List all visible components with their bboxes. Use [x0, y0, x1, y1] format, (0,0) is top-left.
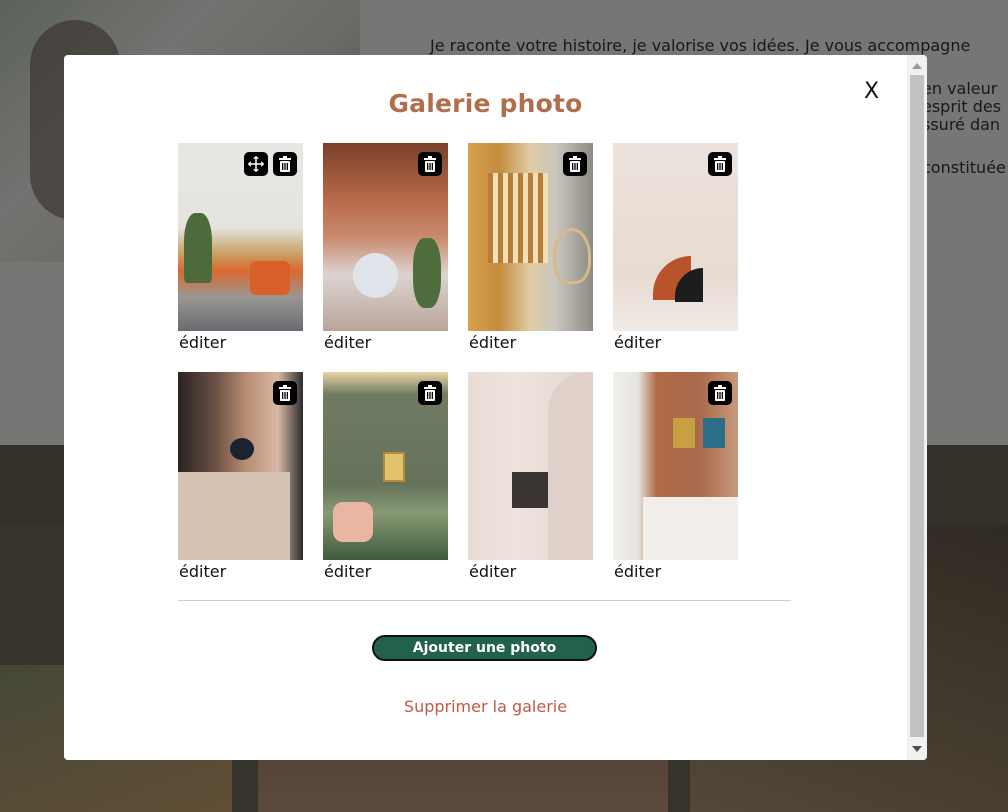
edit-photo-link[interactable]: éditer [178, 333, 303, 352]
scrollbar-thumb[interactable] [910, 75, 924, 737]
move-icon[interactable] [244, 152, 268, 176]
scroll-up-icon[interactable] [912, 63, 922, 69]
delete-gallery-link[interactable]: Supprimer la galerie [64, 697, 907, 716]
photo-tile: éditer [468, 372, 593, 581]
trash-icon[interactable] [273, 381, 297, 405]
photo-thumbnail[interactable] [178, 372, 303, 560]
photo-tile: éditer [178, 372, 303, 581]
photo-tile: éditer [323, 143, 448, 352]
photo-thumbnail[interactable] [323, 372, 448, 560]
modal-scrollbar[interactable] [907, 55, 927, 760]
edit-photo-link[interactable]: éditer [468, 562, 593, 581]
edit-photo-link[interactable]: éditer [323, 333, 448, 352]
trash-icon[interactable] [273, 152, 297, 176]
scroll-down-icon[interactable] [912, 746, 922, 752]
trash-icon[interactable] [708, 381, 732, 405]
photo-thumbnail[interactable] [178, 143, 303, 331]
trash-icon[interactable] [418, 381, 442, 405]
edit-photo-link[interactable]: éditer [178, 562, 303, 581]
photo-thumbnail[interactable] [323, 143, 448, 331]
trash-icon[interactable] [708, 152, 732, 176]
photo-tile: éditer [613, 372, 738, 581]
add-photo-button[interactable]: Ajouter une photo [372, 635, 597, 661]
edit-photo-link[interactable]: éditer [468, 333, 593, 352]
photo-thumbnail[interactable] [468, 143, 593, 331]
photo-thumbnail[interactable] [468, 372, 593, 560]
close-button[interactable]: X [864, 79, 879, 104]
trash-icon[interactable] [563, 152, 587, 176]
trash-icon[interactable] [563, 381, 587, 405]
photo-tile: éditer [178, 143, 303, 352]
gallery-modal: Galerie photo éditer éditer éditer édite… [64, 55, 927, 760]
photo-thumbnail[interactable] [613, 143, 738, 331]
photo-tile: éditer [468, 143, 593, 352]
photo-tile: éditer [323, 372, 448, 581]
edit-photo-link[interactable]: éditer [613, 333, 738, 352]
trash-icon[interactable] [418, 152, 442, 176]
edit-photo-link[interactable]: éditer [323, 562, 448, 581]
divider [178, 600, 791, 601]
photo-tile: éditer [613, 143, 738, 352]
photo-thumbnail[interactable] [613, 372, 738, 560]
modal-title: Galerie photo [388, 89, 583, 118]
edit-photo-link[interactable]: éditer [613, 562, 738, 581]
